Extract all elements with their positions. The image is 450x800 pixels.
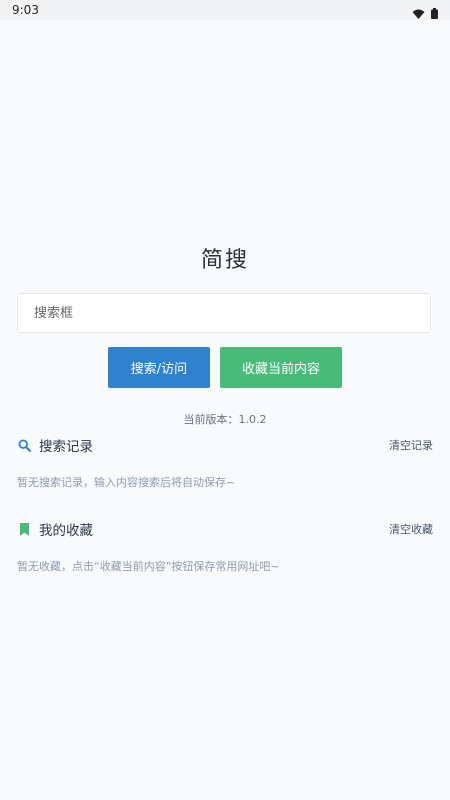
history-header: 搜索记录 清空记录 [17,435,433,455]
battery-icon [431,4,438,23]
favorite-current-button[interactable]: 收藏当前内容 [220,347,342,388]
favorites-title: 我的收藏 [39,523,93,539]
status-icons [412,4,438,23]
search-visit-button[interactable]: 搜索/访问 [108,347,210,388]
favorites-header: 我的收藏 清空收藏 [17,519,433,539]
app-title: 简搜 [200,248,249,273]
wifi-icon [412,4,425,23]
search-input[interactable] [17,293,431,333]
bookmark-icon [17,522,31,536]
search-icon [17,438,31,452]
clear-favorites-button[interactable]: 清空收藏 [389,521,433,537]
version-text: 当前版本：1.0.2 [183,413,267,426]
favorites-empty-text: 暂无收藏，点击“收藏当前内容”按钮保存常用网址吧~ [17,560,280,573]
history-title: 搜索记录 [39,439,93,455]
clear-history-button[interactable]: 清空记录 [389,437,433,453]
history-empty-text: 暂无搜索记录，输入内容搜索后将自动保存~ [17,476,236,489]
status-bar: 9:03 [0,0,450,20]
status-time: 9:03 [12,3,39,17]
